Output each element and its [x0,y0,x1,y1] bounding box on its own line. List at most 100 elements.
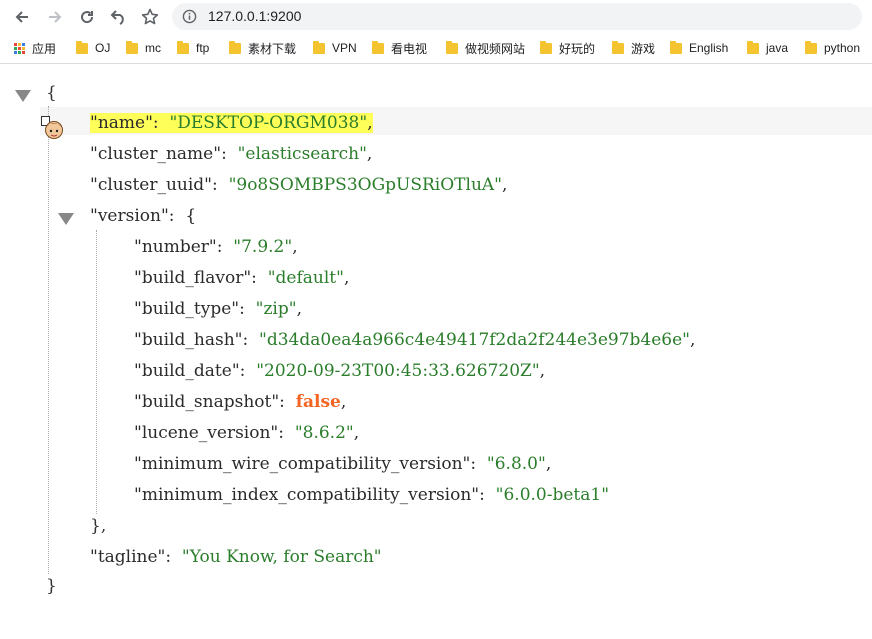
json-colon: : [221,144,227,164]
json-entry-min-index-compat: "minimum_index_compatibility_version": "… [134,482,609,508]
node-avatar-icon[interactable] [41,116,65,144]
json-key: "build_flavor" [134,268,252,288]
json-key: "cluster_uuid" [90,175,213,195]
json-colon: : [165,547,172,567]
json-entry-build-snapshot: "build_snapshot": false, [134,389,346,415]
bookmarks-bar: 应用 OJ mc ftp 素材下载 VPN 看电视 做视频网站 好玩的 游戏 E… [0,33,872,64]
star-icon[interactable] [139,6,161,28]
bookmark-label: 素材下载 [248,41,297,56]
bookmark-games[interactable]: 游戏 [612,39,655,57]
json-string-value[interactable]: "elasticsearch" [238,144,367,164]
json-string-value[interactable]: "8.6.2" [295,423,354,443]
json-comma: , [367,113,373,133]
json-string-value[interactable]: "default" [268,268,344,288]
json-key: "cluster_name" [90,144,222,164]
folder-icon [177,40,189,54]
json-colon: : [242,330,249,350]
bookmark-english[interactable]: English [670,39,728,57]
json-colon: : [479,485,485,505]
bookmark-python[interactable]: python [805,39,860,57]
json-colon: : [470,454,477,474]
json-comma: , [539,361,546,381]
folder-icon [126,40,138,54]
bookmark-vpn[interactable]: VPN [313,39,357,57]
bookmark-label: 做视频网站 [465,41,526,56]
bookmark-label: 看电视 [391,41,428,56]
json-string-value[interactable]: "6.0.0-beta1" [496,485,609,505]
json-string-value[interactable]: "2020-09-23T00:45:33.626720Z" [256,361,539,381]
json-key: "number" [134,237,217,257]
bookmark-video-site[interactable]: 做视频网站 [446,39,525,57]
folder-icon [446,40,458,54]
info-icon[interactable] [182,9,197,29]
json-string-value[interactable]: "9o8SOMBPS3OGpUSRiOTluA" [229,175,502,195]
json-key: "version" [90,206,169,226]
json-entry-version: "version": { [90,203,196,229]
json-key: "build_hash" [134,330,243,350]
json-string-value[interactable]: "6.8.0" [487,454,546,474]
json-key: "build_type" [134,299,240,319]
json-colon: : [278,423,284,443]
json-entry-tagline: "tagline": "You Know, for Search" [90,544,382,570]
json-comma: , [292,237,298,257]
bookmark-label: VPN [332,41,357,55]
json-key: "name" [90,113,153,133]
json-entry-build-date: "build_date": "2020-09-23T00:45:33.62672… [134,358,545,384]
bookmark-sucai[interactable]: 素材下载 [229,39,296,57]
bookmark-oj[interactable]: OJ [76,39,110,57]
json-string-value[interactable]: "7.9.2" [233,237,292,257]
json-key: "minimum_wire_compatibility_version" [134,454,471,474]
bookmark-label: java [766,41,789,55]
bookmark-label: 游戏 [631,41,656,56]
json-entry-name: "name": "DESKTOP-ORGM038", [90,110,373,136]
json-string-value[interactable]: "DESKTOP-ORGM038" [169,113,367,133]
json-colon: : [251,268,257,288]
bookmark-tv[interactable]: 看电视 [372,39,427,57]
bookmark-mc[interactable]: mc [126,39,161,57]
json-entry-build-hash: "build_hash": "d34da0ea4a966c4e49417f2da… [134,327,695,353]
json-string-value[interactable]: "d34da0ea4a966c4e49417f2da2f244e3e97b4e6… [259,330,690,350]
json-comma: , [353,423,360,443]
apps-icon [14,42,25,54]
folder-icon [612,40,624,54]
reload-icon[interactable] [76,6,98,28]
collapse-version-toggle-icon[interactable] [58,213,74,225]
url-text[interactable]: 127.0.0.1:9200 [208,8,301,24]
folder-icon [805,40,817,54]
bookmark-fun[interactable]: 好玩的 [540,39,595,57]
json-entry-cluster-uuid: "cluster_uuid": "9o8SOMBPS3OGpUSRiOTluA"… [90,172,507,198]
json-key: "build_date" [134,361,240,381]
json-entry-cluster-name: "cluster_name": "elasticsearch", [90,141,372,167]
bookmark-label: English [689,41,729,55]
bookmark-ftp[interactable]: ftp [177,39,209,57]
json-key: "lucene_version" [134,423,279,443]
collapse-root-toggle-icon[interactable] [15,90,31,102]
bookmark-label: 好玩的 [559,41,596,56]
json-colon: : [239,361,246,381]
json-open-brace: { [46,83,57,103]
json-string-value[interactable]: "zip" [256,299,297,319]
forward-icon[interactable] [44,6,66,28]
address-bar[interactable]: 127.0.0.1:9200 [172,3,862,30]
json-comma: , [343,268,350,288]
json-comma: , [366,144,373,164]
json-string-value[interactable]: "You Know, for Search" [182,547,382,567]
folder-icon [76,40,88,54]
bookmark-label: python [824,41,861,55]
json-open-brace: { [185,206,197,226]
back-icon[interactable] [11,6,33,28]
folder-icon [313,40,325,54]
folder-icon [670,40,682,54]
undo-icon[interactable] [107,6,129,28]
bookmark-java[interactable]: java [747,39,788,57]
json-entry-number: "number": "7.9.2", [134,234,298,260]
json-colon: : [239,299,245,319]
bookmark-apps[interactable]: 应用 [14,39,56,57]
json-key: "build_snapshot" [134,392,280,412]
json-key: "minimum_index_compatibility_version" [134,485,480,505]
json-boolean-value[interactable]: false [296,392,341,412]
folder-icon [747,40,759,54]
json-colon: : [168,206,175,226]
folder-icon [229,40,241,54]
json-comma: , [689,330,696,350]
